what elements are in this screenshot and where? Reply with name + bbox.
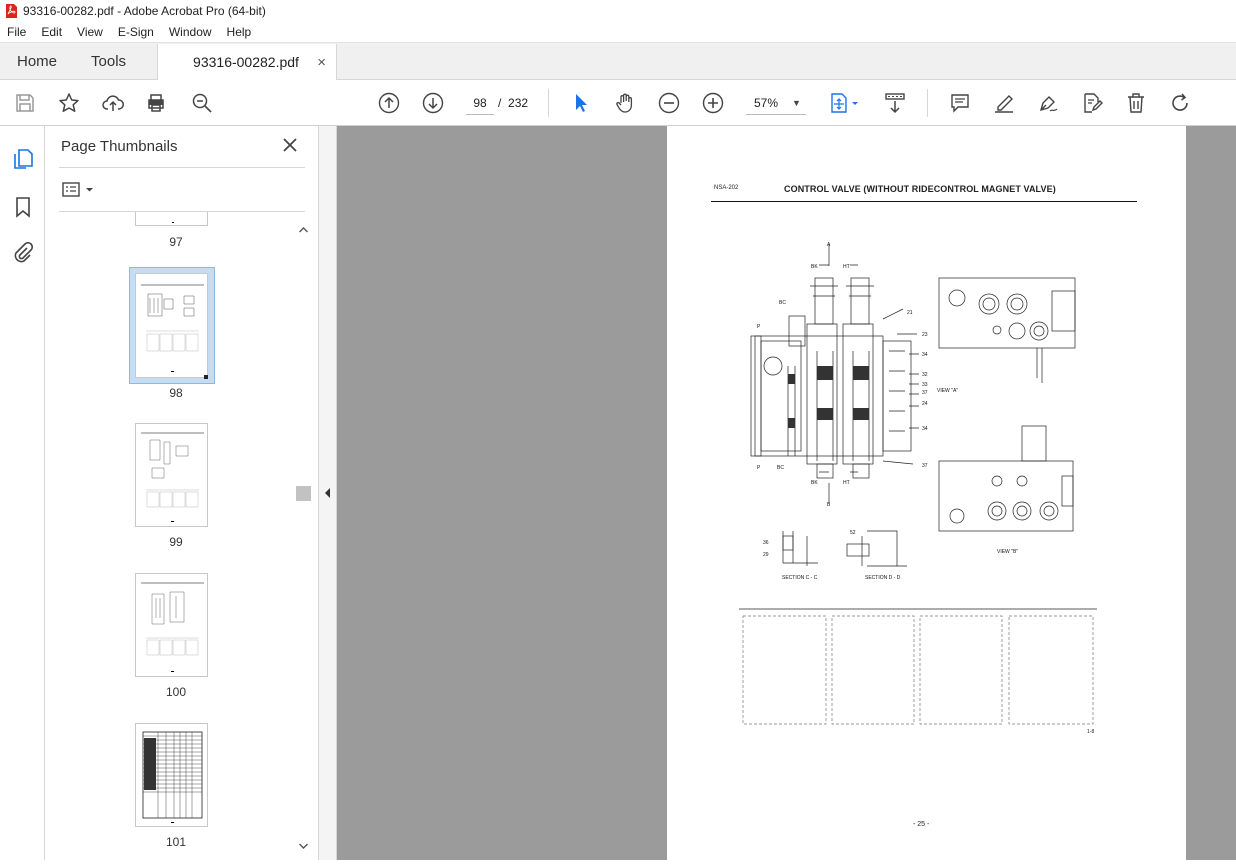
bookmark-star-icon[interactable] [57, 91, 81, 115]
page-number-input[interactable]: 98 [466, 91, 494, 115]
find-zoom-icon[interactable] [190, 91, 214, 115]
next-page-icon[interactable] [421, 91, 445, 115]
label-a: A [827, 242, 831, 248]
bookmarks-icon[interactable] [13, 196, 33, 218]
label-bc-top: BC [779, 300, 786, 306]
label-p-top: P [757, 324, 761, 330]
thumbnail-scrollbar[interactable] [296, 220, 311, 856]
highlight-pen-icon[interactable] [992, 91, 1016, 115]
toolbar-divider [548, 89, 549, 117]
delete-icon[interactable] [1124, 91, 1148, 115]
label-bk-bottom: BK [811, 480, 818, 486]
page-separator: / [498, 96, 502, 110]
edit-pdf-icon[interactable] [1080, 91, 1104, 115]
control-valve-drawing: VIEW "A" VIEW "B" SECTION C - C SECTION … [739, 242, 1097, 725]
scroll-mode-icon[interactable] [883, 91, 907, 115]
label-37b: 37 [922, 463, 928, 469]
menu-bar: File Edit View E-Sign Window Help [0, 22, 1236, 43]
panel-collapse-handle[interactable] [319, 126, 337, 860]
label-33: 33 [922, 382, 928, 388]
sign-pen-icon[interactable] [1036, 91, 1060, 115]
zoom-out-icon[interactable] [657, 91, 681, 115]
pdf-file-icon [6, 4, 17, 18]
comment-icon[interactable] [948, 91, 972, 115]
menu-file[interactable]: File [0, 25, 34, 39]
label-23: 23 [922, 332, 928, 338]
section-cc-caption: SECTION C - C [782, 575, 818, 581]
hand-tool-icon[interactable] [613, 91, 637, 115]
zoom-level-select[interactable]: 57% ▼ [746, 91, 806, 115]
label-24: 24 [922, 401, 928, 407]
thumbnail-label: 101 [165, 835, 187, 849]
collapse-arrow-icon [325, 488, 330, 498]
tab-tools-label: Tools [91, 52, 127, 70]
page-thumbnails-icon[interactable] [12, 148, 34, 170]
previous-page-icon[interactable] [377, 91, 401, 115]
thumbnail-label: 99 [169, 535, 183, 549]
cloud-upload-icon[interactable] [101, 91, 125, 115]
zoom-level-value: 57% [754, 96, 779, 110]
thumbnail-label: 98 [169, 386, 183, 400]
label-b: B [827, 502, 831, 508]
view-b-caption: VIEW "B" [997, 549, 1018, 555]
label-32: 32 [922, 372, 928, 378]
zoom-in-icon[interactable] [701, 91, 725, 115]
menu-esign[interactable]: E-Sign [111, 25, 162, 39]
left-rail [0, 126, 45, 860]
panel-divider [59, 167, 305, 168]
rotate-icon[interactable] [1168, 91, 1192, 115]
label-ht-bottom: HT [843, 480, 850, 486]
tab-home[interactable]: Home [0, 43, 74, 79]
toolbar-divider [927, 89, 928, 117]
label-bc-bottom: BC [777, 465, 784, 471]
pdf-page: NSA-202 CONTROL VALVE (WITHOUT RIDECONTR… [667, 126, 1186, 860]
label-36: 36 [763, 540, 769, 546]
select-cursor-icon[interactable] [569, 91, 593, 115]
window-title: 93316-00282.pdf - Adobe Acrobat Pro (64-… [23, 4, 266, 18]
fit-page-icon[interactable] [829, 91, 863, 115]
tab-document[interactable]: 93316-00282.pdf × [157, 44, 338, 80]
thumbnail-options-icon[interactable] [61, 180, 97, 200]
tab-bar: Home Tools 93316-00282.pdf × [0, 43, 1236, 80]
label-34b: 34 [922, 426, 928, 432]
panel-title: Page Thumbnails [61, 138, 178, 155]
attachments-icon[interactable] [12, 241, 34, 264]
thumbnail-list: 97 98 99 100 101 [60, 212, 292, 860]
tab-tools[interactable]: Tools [74, 43, 143, 79]
thumbnail-page[interactable] [135, 273, 208, 379]
print-icon[interactable] [144, 91, 168, 115]
label-37a: 37 [922, 390, 928, 396]
label-bk-top: BK [811, 264, 818, 270]
view-a-caption: VIEW "A" [937, 388, 958, 394]
thumbnail-label: 97 [169, 235, 183, 249]
menu-view[interactable]: View [70, 25, 111, 39]
thumbnail-page[interactable] [135, 723, 208, 827]
label-52: 52 [850, 530, 856, 536]
label-21: 21 [907, 310, 913, 316]
tab-home-label: Home [17, 52, 58, 70]
tab-close-icon[interactable]: × [317, 54, 326, 71]
title-bar: 93316-00282.pdf - Adobe Acrobat Pro (64-… [0, 0, 1236, 22]
tab-document-label: 93316-00282.pdf [193, 54, 299, 70]
menu-window[interactable]: Window [162, 25, 220, 39]
section-dd-caption: SECTION D - D [865, 575, 901, 581]
label-34a: 34 [922, 352, 928, 358]
thumbnail-page[interactable] [135, 212, 208, 226]
thumbnail-page[interactable] [135, 573, 208, 677]
page-corner-note: 1-8 [1087, 729, 1095, 735]
chevron-down-icon: ▼ [792, 98, 801, 108]
page-footer-number: - 25 - [913, 821, 930, 828]
menu-edit[interactable]: Edit [34, 25, 70, 39]
page-total: 232 [508, 96, 529, 110]
thumbnail-label: 100 [165, 685, 187, 699]
label-29: 29 [763, 552, 769, 558]
close-icon[interactable] [281, 136, 299, 154]
save-icon[interactable] [13, 91, 37, 115]
menu-help[interactable]: Help [220, 25, 260, 39]
label-p-bottom: P [757, 465, 761, 471]
label-ht-top: HT [843, 264, 850, 270]
page-count: / 232 [498, 91, 528, 115]
thumbnail-page[interactable] [135, 423, 208, 527]
